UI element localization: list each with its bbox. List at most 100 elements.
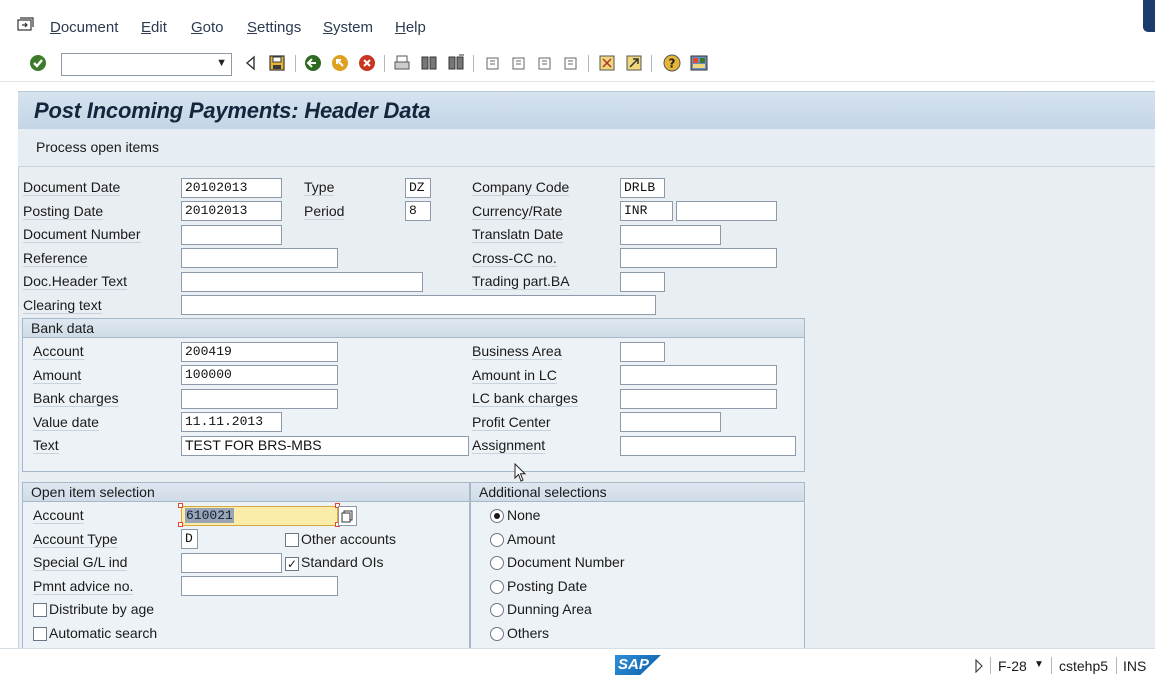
business-area-field[interactable]: [620, 342, 665, 362]
next-page-icon[interactable]: [535, 53, 555, 73]
menu-document[interactable]: Document: [50, 19, 118, 36]
command-field[interactable]: ▼: [61, 53, 232, 76]
profit-center-field[interactable]: [620, 412, 721, 432]
standard-ois-checkbox[interactable]: ✓: [285, 557, 299, 571]
bank-data-title: Bank data: [31, 320, 95, 336]
menu-system[interactable]: System: [323, 19, 373, 36]
shortcut-icon[interactable]: [624, 53, 644, 73]
open-item-account-field[interactable]: 610021: [181, 506, 338, 526]
business-area-label: Business Area: [472, 343, 562, 360]
pmnt-advice-label: Pmnt advice no.: [33, 578, 134, 595]
menu-settings[interactable]: Settings: [247, 19, 301, 36]
automatic-search-checkbox[interactable]: [33, 627, 47, 641]
transaction-dropdown-icon[interactable]: ▼: [1034, 659, 1044, 670]
assignment-field[interactable]: [620, 436, 796, 456]
amount-lc-field[interactable]: [620, 365, 777, 385]
distribute-by-age-checkbox[interactable]: [33, 603, 47, 617]
bank-charges-field[interactable]: [181, 389, 338, 409]
system-menu-icon[interactable]: [17, 17, 34, 31]
type-field[interactable]: DZ: [405, 178, 431, 198]
cross-cc-label: Cross-CC no.: [472, 250, 557, 267]
process-open-items-button[interactable]: Process open items: [36, 139, 159, 155]
customize-layout-icon[interactable]: [689, 53, 709, 73]
bank-charges-label: Bank charges: [33, 390, 119, 407]
radio-posting-date[interactable]: [490, 580, 504, 594]
status-expand-icon[interactable]: [974, 659, 984, 673]
currency-rate-label: Currency/Rate: [472, 203, 563, 220]
amount-field[interactable]: 100000: [181, 365, 338, 385]
assignment-label: Assignment: [472, 437, 546, 454]
account-type-label: Account Type: [33, 531, 118, 548]
radio-amount-label: Amount: [507, 531, 556, 547]
back-icon[interactable]: [303, 53, 323, 73]
document-date-label: Document Date: [23, 179, 121, 196]
mouse-cursor-icon: [514, 463, 527, 482]
menu-goto[interactable]: Goto: [191, 19, 224, 36]
radio-others[interactable]: [490, 627, 504, 641]
status-separator: [1116, 657, 1117, 674]
open-item-account-label: Account: [33, 507, 84, 524]
reference-field[interactable]: [181, 248, 338, 268]
doc-header-text-field[interactable]: [181, 272, 423, 292]
profit-center-label: Profit Center: [472, 414, 551, 431]
find-next-icon[interactable]: [446, 53, 466, 73]
radio-document-number-label: Document Number: [507, 554, 625, 570]
account-type-field[interactable]: D: [181, 529, 198, 549]
value-date-field[interactable]: 11.11.2013: [181, 412, 282, 432]
type-label: Type: [304, 179, 335, 196]
menu-edit[interactable]: Edit: [141, 19, 167, 36]
search-help-button[interactable]: [338, 506, 357, 526]
trading-part-field[interactable]: [620, 272, 665, 292]
help-icon[interactable]: ?: [662, 53, 682, 73]
clearing-text-label: Clearing text: [23, 297, 102, 314]
other-accounts-checkbox[interactable]: [285, 533, 299, 547]
status-bar: SAP F-28 ▼ cstehp5 INS: [0, 648, 1155, 681]
clearing-text-field[interactable]: [181, 295, 656, 315]
rate-field[interactable]: [676, 201, 777, 221]
company-code-field[interactable]: DRLB: [620, 178, 665, 198]
title-bar: Post Incoming Payments: Header Data: [18, 91, 1155, 129]
open-item-selection-title: Open item selection: [31, 484, 155, 500]
translatn-date-field[interactable]: [620, 225, 721, 245]
document-date-field[interactable]: 20102013: [181, 178, 282, 198]
cross-cc-field[interactable]: [620, 248, 777, 268]
bank-account-field[interactable]: 200419: [181, 342, 338, 362]
page-title: Post Incoming Payments: Header Data: [34, 98, 431, 123]
find-icon[interactable]: [419, 53, 439, 73]
transaction-code: F-28: [998, 658, 1027, 674]
doc-header-text-label: Doc.Header Text: [23, 273, 128, 290]
pmnt-advice-field[interactable]: [181, 576, 338, 596]
other-accounts-label: Other accounts: [301, 531, 396, 547]
previous-page-icon[interactable]: [509, 53, 529, 73]
create-session-icon[interactable]: [597, 53, 617, 73]
translatn-date-label: Translatn Date: [472, 226, 564, 243]
toolbar-separator: [295, 55, 296, 72]
toolbar-separator: [651, 55, 652, 72]
save-icon[interactable]: [267, 53, 287, 73]
document-number-field[interactable]: [181, 225, 282, 245]
dropdown-arrow-icon[interactable]: ▼: [216, 57, 227, 69]
radio-dunning-area[interactable]: [490, 603, 504, 617]
distribute-by-age-label: Distribute by age: [49, 601, 155, 617]
first-page-icon[interactable]: [483, 53, 503, 73]
enter-icon[interactable]: [28, 53, 48, 73]
period-field[interactable]: 8: [405, 201, 431, 221]
posting-date-label: Posting Date: [23, 203, 104, 220]
last-page-icon[interactable]: [561, 53, 581, 73]
lc-bank-charges-field[interactable]: [620, 389, 777, 409]
exit-icon[interactable]: [330, 53, 350, 73]
trading-part-label: Trading part.BA: [472, 273, 570, 290]
back-arrow-icon[interactable]: [240, 53, 260, 73]
currency-field[interactable]: INR: [620, 201, 673, 221]
svg-text:?: ?: [669, 57, 676, 71]
radio-others-label: Others: [507, 625, 550, 641]
radio-amount[interactable]: [490, 533, 504, 547]
print-icon[interactable]: [392, 53, 412, 73]
posting-date-field[interactable]: 20102013: [181, 201, 282, 221]
radio-document-number[interactable]: [490, 556, 504, 570]
text-field[interactable]: TEST FOR BRS-MBS: [181, 436, 469, 456]
radio-none[interactable]: [490, 509, 504, 523]
special-gl-field[interactable]: [181, 553, 282, 573]
menu-help[interactable]: Help: [395, 19, 426, 36]
cancel-icon[interactable]: [357, 53, 377, 73]
